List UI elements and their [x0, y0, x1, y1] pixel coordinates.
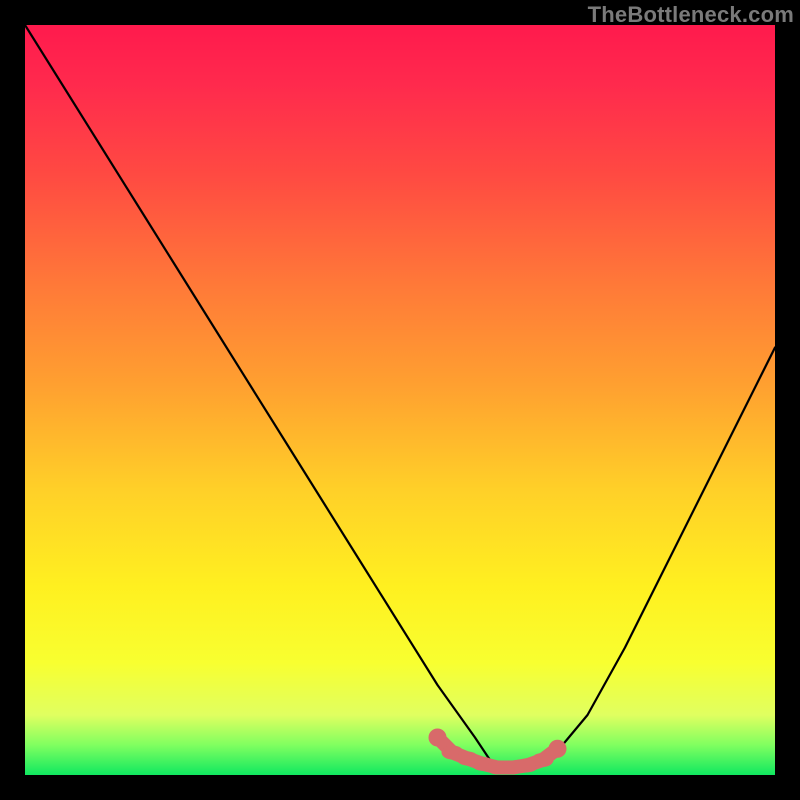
highlight-markers [429, 729, 567, 775]
plot-area [25, 25, 775, 775]
chart-overlay [25, 25, 775, 775]
chart-frame: TheBottleneck.com [0, 0, 800, 800]
highlight-marker [532, 753, 554, 767]
highlight-marker [549, 740, 567, 758]
highlight-marker [429, 729, 447, 747]
bottleneck-curve [25, 25, 775, 768]
